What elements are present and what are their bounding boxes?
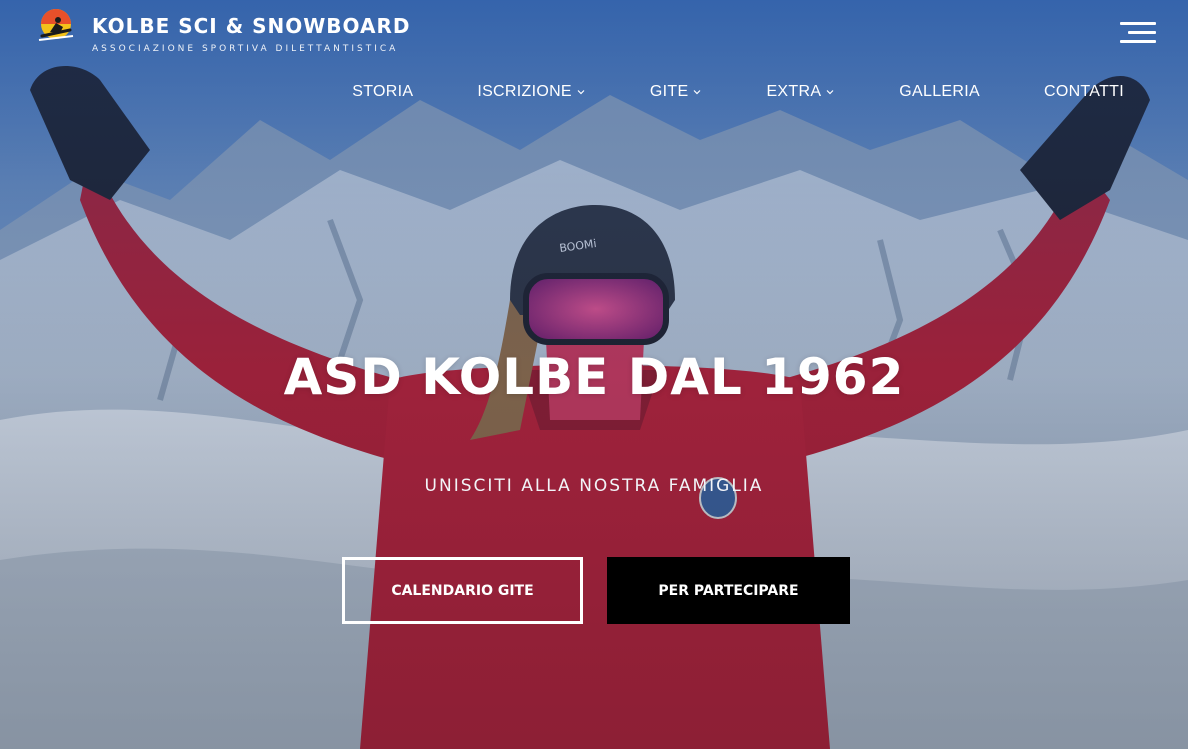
- hamburger-menu-icon[interactable]: [1118, 20, 1158, 46]
- nav-item-label: ISCRIZIONE: [477, 83, 572, 100]
- nav-item-galleria[interactable]: GALLERIA: [899, 80, 980, 104]
- nav-item-label: EXTRA: [766, 83, 822, 100]
- nav-item-label: GITE: [649, 83, 689, 100]
- site-brand[interactable]: KOLBE SCI & SNOWBOARD ASSOCIAZIONE SPORT…: [36, 6, 411, 55]
- per-partecipare-button[interactable]: PER PARTECIPARE: [607, 557, 850, 624]
- nav-item-gite[interactable]: GITE: [650, 80, 703, 104]
- nav-item-label: STORIA: [352, 83, 414, 100]
- skier-sun-logo-icon: [38, 9, 74, 41]
- site-tagline: ASSOCIAZIONE SPORTIVA DILETTANTISTICA: [92, 44, 399, 54]
- main-navigation: STORIA ISCRIZIONE GITE EXTRA GALLERIA CO…: [352, 80, 1124, 104]
- site-title[interactable]: KOLBE SCI & SNOWBOARD: [92, 14, 411, 38]
- chevron-down-icon: [826, 90, 834, 95]
- nav-item-label: CONTATTI: [1043, 83, 1124, 100]
- hero-subtitle: UNISCITI ALLA NOSTRA FAMIGLIA: [424, 476, 764, 496]
- nav-item-iscrizione[interactable]: ISCRIZIONE: [477, 80, 586, 104]
- nav-item-label: GALLERIA: [899, 83, 980, 100]
- nav-item-extra[interactable]: EXTRA: [766, 80, 835, 104]
- calendario-gite-button[interactable]: CALENDARIO GITE: [342, 557, 583, 624]
- nav-item-contatti[interactable]: CONTATTI: [1044, 80, 1124, 104]
- nav-item-storia[interactable]: STORIA: [352, 80, 413, 104]
- chevron-down-icon: [694, 90, 701, 95]
- chevron-down-icon: [577, 90, 585, 95]
- hero-section: BOOMi KOLBE SCI & SNOWBOARD ASSOCIAZIONE…: [0, 0, 1188, 749]
- hero-title: ASD KOLBE DAL 1962: [283, 348, 905, 406]
